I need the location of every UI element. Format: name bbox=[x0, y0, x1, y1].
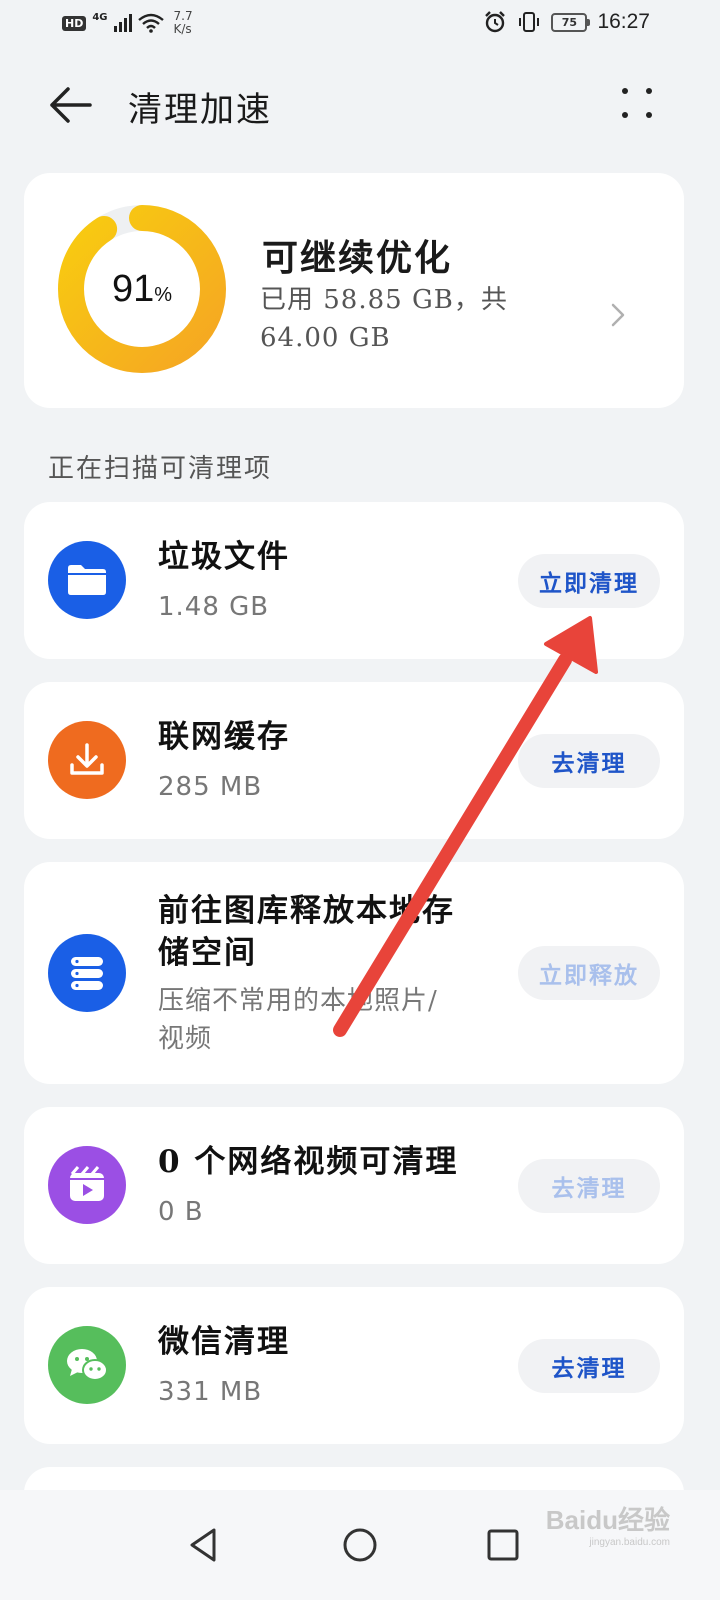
baidu-watermark: Baidu经验 jingyan.baidu.com bbox=[546, 1500, 670, 1548]
video-clapper-icon bbox=[70, 1166, 104, 1201]
wifi-icon bbox=[137, 13, 164, 33]
arrow-left-icon bbox=[50, 87, 92, 123]
gallery-icon-badge bbox=[48, 934, 126, 1012]
status-left: HD 4G 7.7 K/s bbox=[62, 10, 193, 36]
storage-usage-ring: 91 % bbox=[58, 205, 226, 373]
gallery-release-card[interactable]: 前往图库释放本地存 储空间 压缩不常用的本地照片/ 视频 立即释放 bbox=[24, 862, 684, 1084]
usage-percent-unit: % bbox=[154, 283, 173, 306]
more-options-button[interactable] bbox=[620, 86, 654, 120]
folder-icon bbox=[68, 565, 106, 595]
storage-status: 可继续优化 bbox=[262, 237, 453, 279]
item-name: 联网缓存 bbox=[158, 719, 290, 755]
nav-home-icon[interactable] bbox=[335, 1520, 385, 1570]
hd-badge: HD bbox=[62, 15, 87, 31]
wechat-clean-card[interactable]: 微信清理 331 MB 去清理 bbox=[24, 1287, 684, 1444]
network-cache-card[interactable]: 联网缓存 285 MB 去清理 bbox=[24, 682, 684, 839]
network-cache-icon-badge bbox=[48, 721, 126, 799]
item-name: 微信清理 bbox=[158, 1324, 290, 1360]
web-video-icon-badge bbox=[48, 1146, 126, 1224]
net-speed-unit: K/s bbox=[173, 22, 192, 36]
item-size: 331 MB bbox=[158, 1377, 263, 1407]
usage-percent: 91 % bbox=[58, 205, 226, 373]
more-dot bbox=[646, 112, 652, 118]
junk-files-card[interactable]: 垃圾文件 1.48 GB 立即清理 bbox=[24, 502, 684, 659]
item-size: 1.48 GB bbox=[158, 592, 270, 622]
storage-summary-card[interactable]: 91 % 可继续优化 已用 58.85 GB，共 64.00 GB bbox=[24, 173, 684, 408]
nav-back-icon[interactable] bbox=[180, 1520, 230, 1570]
item-desc-line2: 视频 bbox=[158, 1024, 213, 1054]
item-desc-line1: 压缩不常用的本地照片/ bbox=[158, 986, 438, 1016]
battery-icon: 75 bbox=[551, 12, 591, 32]
item-size: 285 MB bbox=[158, 772, 263, 802]
item-size: 0 B bbox=[158, 1197, 204, 1227]
storage-detail-line2: 64.00 GB bbox=[260, 323, 391, 353]
release-now-button[interactable]: 立即释放 bbox=[518, 946, 660, 1000]
go-clean-button[interactable]: 去清理 bbox=[518, 734, 660, 788]
alarm-icon bbox=[485, 11, 506, 33]
more-dots-icon bbox=[622, 88, 628, 94]
wechat-icon bbox=[67, 1349, 108, 1381]
clean-now-button[interactable]: 立即清理 bbox=[518, 554, 660, 608]
status-bar: HD 4G 7.7 K/s 75 16:27 bbox=[0, 0, 720, 50]
more-dot bbox=[646, 88, 652, 94]
item-name-line1: 前往图库释放本地存 bbox=[158, 893, 455, 929]
app-header: 清理加速 bbox=[0, 70, 720, 140]
more-dot bbox=[622, 112, 628, 118]
go-clean-button[interactable]: 去清理 bbox=[518, 1159, 660, 1213]
vibrate-icon bbox=[519, 12, 540, 32]
clock: 16:27 bbox=[597, 10, 650, 33]
storage-detail: 已用 58.85 GB，共 64.00 GB bbox=[260, 281, 560, 357]
item-name: 垃圾文件 bbox=[158, 539, 290, 575]
wechat-icon-badge bbox=[48, 1326, 126, 1404]
chevron-right-icon bbox=[611, 303, 625, 327]
web-video-card[interactable]: 0 个网络视频可清理 0 B 去清理 bbox=[24, 1107, 684, 1264]
watermark-brand: Baidu经验 bbox=[545, 1505, 670, 1535]
go-clean-button[interactable]: 去清理 bbox=[518, 1339, 660, 1393]
page-title: 清理加速 bbox=[128, 90, 272, 130]
network-type: 4G bbox=[92, 11, 108, 23]
section-label: 正在扫描可清理项 bbox=[48, 454, 273, 484]
junk-files-icon-badge bbox=[48, 541, 126, 619]
item-name: 0 个网络视频可清理 bbox=[158, 1144, 459, 1180]
download-icon bbox=[70, 743, 104, 775]
status-right: 75 16:27 bbox=[483, 10, 650, 34]
signal-icon bbox=[113, 14, 132, 32]
back-button[interactable] bbox=[44, 80, 100, 130]
item-name-line2: 储空间 bbox=[158, 935, 257, 971]
storage-detail-line1: 已用 58.85 GB，共 bbox=[260, 285, 508, 315]
nav-recents-icon[interactable] bbox=[478, 1520, 528, 1570]
net-speed: 7.7 K/s bbox=[174, 10, 193, 36]
storage-stack-icon bbox=[71, 957, 103, 990]
usage-percent-number: 91 bbox=[111, 267, 155, 310]
watermark-sub: jingyan.baidu.com bbox=[589, 1537, 670, 1548]
